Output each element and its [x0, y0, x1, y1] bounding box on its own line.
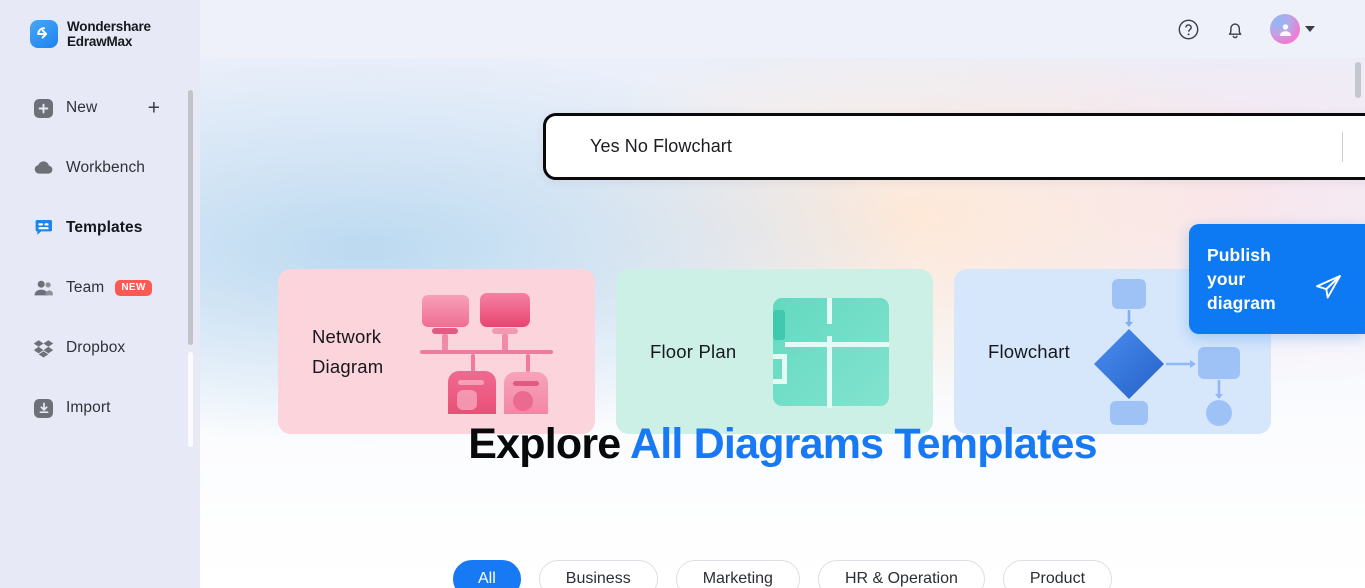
app-root: Wondershare EdrawMax New + Workbench Tem… — [0, 0, 1365, 588]
user-avatar-icon — [1270, 14, 1300, 44]
sidebar-item-team[interactable]: Team NEW — [0, 268, 200, 308]
category-card-title: Network Diagram — [312, 325, 384, 377]
brand-name: Wondershare EdrawMax — [67, 19, 151, 49]
sidebar-item-label: Workbench — [66, 159, 146, 176]
topbar — [200, 0, 1365, 58]
sidebar-item-import[interactable]: Import — [0, 388, 200, 428]
sidebar-item-templates[interactable]: Templates — [0, 208, 200, 248]
tab-product[interactable]: Product — [1002, 560, 1113, 588]
sidebar-scrollbar-thumb-secondary[interactable] — [188, 352, 193, 447]
avatar[interactable] — [1270, 14, 1315, 44]
search-bar[interactable] — [543, 113, 1365, 180]
sidebar: Wondershare EdrawMax New + Workbench Tem… — [0, 0, 200, 588]
search-button[interactable] — [1343, 116, 1365, 177]
plus-square-icon — [33, 98, 54, 119]
category-card-title: Floor Plan — [650, 340, 737, 362]
publish-label: Publish your diagram — [1207, 245, 1276, 313]
send-paper-plane-icon — [1313, 272, 1343, 307]
sidebar-item-workbench[interactable]: Workbench — [0, 148, 200, 188]
bell-icon[interactable] — [1224, 18, 1246, 40]
plus-icon[interactable]: + — [148, 98, 160, 119]
team-icon — [33, 278, 54, 299]
brand[interactable]: Wondershare EdrawMax — [0, 0, 200, 49]
sidebar-item-label: Import — [66, 399, 111, 416]
status-badge: NEW — [115, 279, 152, 297]
page-title-prefix: Explore — [468, 420, 630, 468]
dropbox-icon — [33, 338, 54, 359]
sidebar-scrollbar[interactable] — [188, 90, 193, 480]
sidebar-item-dropbox[interactable]: Dropbox — [0, 328, 200, 368]
import-icon — [33, 398, 54, 419]
sidebar-item-new[interactable]: New + — [0, 88, 200, 128]
tab-hr-operation[interactable]: HR & Operation — [817, 560, 985, 588]
search-input[interactable] — [546, 136, 1342, 157]
chevron-down-icon[interactable] — [1305, 26, 1315, 32]
sidebar-item-label: New — [66, 99, 98, 116]
network-diagram-art — [403, 269, 583, 434]
category-filter-tabs: All Business Marketing HR & Operation Pr… — [200, 560, 1365, 588]
sidebar-nav: New + Workbench Templates Team NEW Dropb… — [0, 88, 200, 428]
sidebar-item-label: Team — [66, 279, 105, 296]
brand-line-1: Wondershare — [67, 19, 151, 34]
page-title: Explore All Diagrams Templates — [200, 420, 1365, 469]
tab-marketing[interactable]: Marketing — [675, 560, 800, 588]
tab-all[interactable]: All — [452, 560, 521, 588]
category-card-floor-plan[interactable]: Floor Plan — [616, 269, 933, 434]
brand-line-2: EdrawMax — [67, 34, 133, 49]
edraw-logo-icon — [30, 20, 58, 48]
templates-icon — [33, 218, 54, 239]
page-title-highlight: All Diagrams Templates — [629, 420, 1098, 468]
category-card-title: Flowchart — [988, 340, 1070, 362]
sidebar-item-label: Templates — [66, 219, 143, 236]
sidebar-item-label: Dropbox — [66, 339, 126, 356]
sidebar-scrollbar-thumb[interactable] — [188, 90, 193, 345]
tab-business[interactable]: Business — [538, 560, 658, 588]
help-circle-icon[interactable] — [1177, 18, 1200, 41]
main-content: Network Diagram — [200, 0, 1365, 588]
main-scrollbar-thumb[interactable] — [1355, 62, 1361, 98]
cloud-icon — [33, 158, 54, 179]
publish-your-diagram-button[interactable]: Publish your diagram — [1189, 224, 1365, 334]
category-card-network-diagram[interactable]: Network Diagram — [278, 269, 595, 434]
main-scrollbar[interactable] — [1355, 62, 1361, 580]
floor-plan-art — [741, 269, 921, 434]
